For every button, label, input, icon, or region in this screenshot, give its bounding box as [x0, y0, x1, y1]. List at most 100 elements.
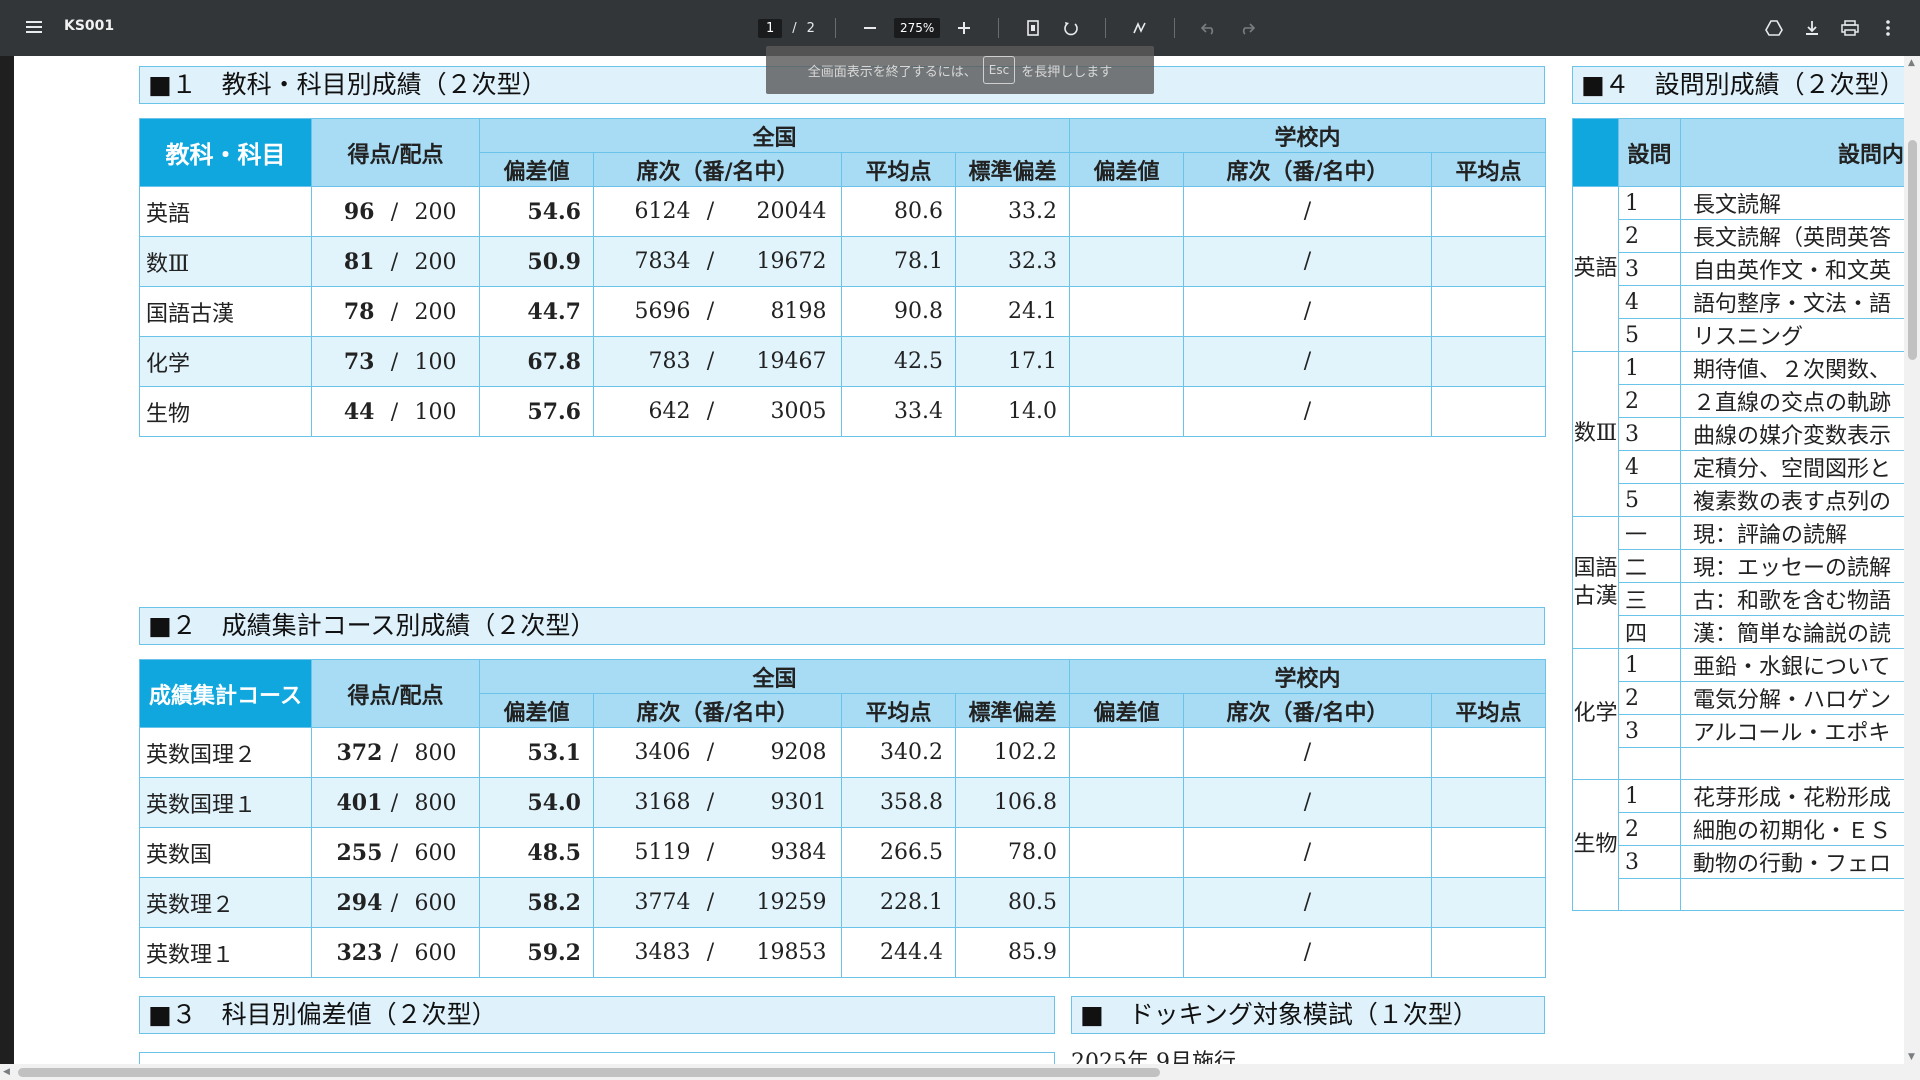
vertical-scrollbar[interactable]: ▲ ▼ — [1904, 56, 1920, 1080]
stddev-cell: 24.1 — [954, 286, 1071, 337]
school-rank-cell: / — [1183, 286, 1433, 337]
school-average-cell — [1431, 827, 1547, 878]
question-content: 電気分解・ハロゲン — [1680, 681, 1904, 715]
horizontal-scroll-thumb[interactable] — [18, 1068, 1160, 1077]
table-row: 英語 96/200 54.6 6124/20044 80.6 33.2 / — [139, 186, 1547, 237]
page-total: 2 — [806, 20, 815, 36]
undo-icon[interactable] — [1195, 14, 1223, 42]
scroll-left-icon[interactable]: ◀ — [3, 1067, 10, 1077]
school-average-cell — [1431, 286, 1547, 337]
fit-page-icon[interactable] — [1019, 14, 1047, 42]
score-cell: 372/800 — [311, 727, 480, 778]
zoom-input[interactable]: 275% — [893, 18, 941, 38]
question-content: 期待値、２次関数、 — [1680, 351, 1904, 385]
annotate-icon[interactable] — [1126, 14, 1154, 42]
question-content: 漢：簡単な論説の読 — [1680, 615, 1904, 649]
drive-icon[interactable] — [1760, 14, 1788, 42]
rank-cell: 3483/19853 — [593, 927, 842, 978]
table-row: 2 電気分解・ハロゲン — [1573, 681, 1904, 715]
toast-text-after: を長押しします — [1021, 64, 1113, 80]
table-row: 2 ２直線の交点の軌跡 — [1573, 384, 1904, 418]
page-number-input[interactable]: 1 — [758, 18, 783, 38]
stddev-cell: 78.0 — [954, 827, 1071, 878]
table-row: 化学 73/100 67.8 783/19467 42.5 17.1 / — [139, 336, 1547, 387]
school-rank-cell: / — [1183, 827, 1433, 878]
table-row: 生物 44/100 57.6 642/3005 33.4 14.0 / — [139, 386, 1547, 437]
rank-cell: 3406/9208 — [593, 727, 842, 778]
row-label: 化学 — [139, 336, 312, 387]
school-deviation-cell — [1069, 386, 1185, 437]
subject-label: 数Ⅲ — [1572, 351, 1619, 517]
table-corner-header — [1572, 118, 1619, 187]
question-content: 現：エッセーの読解 — [1680, 549, 1904, 583]
deviation-cell: 67.8 — [479, 336, 594, 387]
score-cell: 96/200 — [311, 186, 480, 237]
school-deviation-cell — [1069, 186, 1185, 237]
subject-label: 国語古漢 — [1572, 516, 1619, 649]
section3-title: ■３ 科目別偏差値（２次型） — [139, 996, 1055, 1034]
minus-icon[interactable] — [856, 14, 884, 42]
table-row — [1573, 747, 1904, 780]
download-icon[interactable] — [1798, 14, 1826, 42]
deviation-cell: 58.2 — [479, 877, 594, 928]
question-number — [1618, 747, 1681, 780]
rotate-icon[interactable] — [1057, 14, 1085, 42]
horizontal-scrollbar[interactable]: ◀ — [0, 1064, 1904, 1080]
redo-icon[interactable] — [1233, 14, 1261, 42]
rank-cell: 6124/20044 — [593, 186, 842, 237]
menu-icon[interactable] — [24, 18, 44, 38]
scroll-down-icon[interactable]: ▼ — [1908, 1052, 1915, 1062]
docking-subtitle: 2025年 9月施行 — [1071, 1050, 1236, 1064]
document-viewport: ■１ 教科・科目別成績（２次型） 教科・科目 得点/配点 全国 学校内 偏差値 … — [0, 56, 1920, 1080]
table-row: 5 リスニング — [1573, 318, 1904, 352]
average-cell: 358.8 — [841, 777, 956, 828]
rank-cell: 642/3005 — [593, 386, 842, 437]
col-deviation: 偏差値 — [479, 693, 594, 728]
question-number: 4 — [1618, 450, 1681, 484]
page-separator: / — [792, 20, 797, 36]
rank-cell: 3168/9301 — [593, 777, 842, 828]
col-stddev: 標準偏差 — [954, 152, 1071, 187]
esc-key-badge: Esc — [982, 56, 1016, 84]
question-content — [1680, 878, 1904, 911]
col-question-content: 設問内容 — [1680, 118, 1904, 187]
print-icon[interactable] — [1836, 14, 1864, 42]
question-number: 3 — [1618, 252, 1681, 286]
school-average-cell — [1431, 727, 1547, 778]
table-row: 3 アルコール・エポキ — [1573, 714, 1904, 748]
col-school-average: 平均点 — [1431, 693, 1547, 728]
school-header: 学校内 — [1069, 659, 1547, 694]
table-corner-header: 教科・科目 — [139, 118, 312, 187]
question-content: リスニング — [1680, 318, 1904, 352]
table-row: 5 複素数の表す点列の — [1573, 483, 1904, 517]
average-cell: 266.5 — [841, 827, 956, 878]
table-row: 英語 1 長文読解 — [1572, 186, 1904, 352]
average-cell: 244.4 — [841, 927, 956, 978]
col-school-deviation: 偏差値 — [1069, 693, 1185, 728]
table-row: 数Ⅲ 1 期待値、２次関数、 — [1572, 351, 1904, 517]
question-number: 1 — [1618, 351, 1681, 385]
school-average-cell — [1431, 927, 1547, 978]
row-label: 数Ⅲ — [139, 236, 312, 287]
stddev-cell: 85.9 — [954, 927, 1071, 978]
question-number: 2 — [1618, 681, 1681, 715]
question-number: 4 — [1618, 285, 1681, 319]
school-average-cell — [1431, 777, 1547, 828]
scroll-up-icon[interactable]: ▲ — [1908, 58, 1915, 68]
table-row: 4 語句整序・文法・語 — [1573, 285, 1904, 319]
plus-icon[interactable] — [950, 14, 978, 42]
vertical-scroll-thumb[interactable] — [1908, 140, 1917, 360]
section4-title: ■４ 設問別成績（２次型） — [1572, 66, 1904, 104]
col-school-rank: 席次（番/名中） — [1183, 693, 1433, 728]
question-number: 四 — [1618, 615, 1681, 649]
average-cell: 33.4 — [841, 386, 956, 437]
deviation-cell: 54.0 — [479, 777, 594, 828]
toast-text-before: 全画面表示を終了するには、 — [807, 64, 977, 80]
average-cell: 42.5 — [841, 336, 956, 387]
national-header: 全国 — [478, 659, 1071, 694]
question-number: 3 — [1618, 714, 1681, 748]
table-row — [1573, 878, 1904, 911]
school-deviation-cell — [1069, 727, 1185, 778]
table-row: 英数理２ 294/600 58.2 3774/19259 228.1 80.5 … — [139, 877, 1547, 928]
more-vert-icon[interactable] — [1874, 14, 1902, 42]
